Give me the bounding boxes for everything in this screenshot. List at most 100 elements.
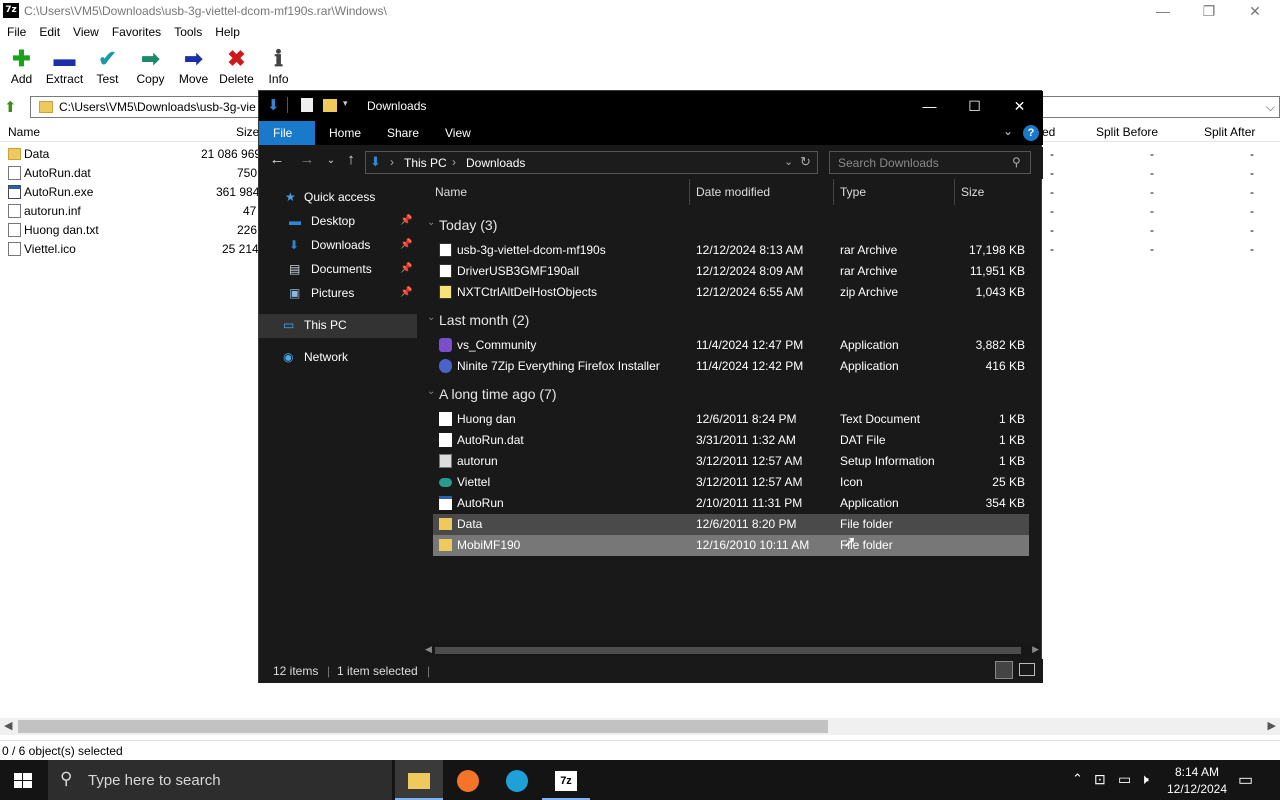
file-explorer-taskbar-icon[interactable] [395, 760, 443, 800]
chevron-down-icon[interactable]: ⌵ [1266, 100, 1275, 115]
forward-arrow-icon[interactable]: → [295, 151, 319, 168]
list-item[interactable]: vs_Community 11/4/2024 12:47 PM Applicatio… [433, 335, 1029, 356]
security-tray-icon[interactable]: ⊡ [1094, 771, 1106, 788]
test-button[interactable]: ✔ Test [86, 46, 129, 90]
list-item[interactable]: AutoRun 2/10/2011 11:31 PM Application 354 … [433, 493, 1029, 514]
list-item[interactable]: autorun 3/12/2011 12:57 AM Setup Informati… [433, 451, 1029, 472]
explorer-maximize-button[interactable]: ☐ [952, 91, 997, 121]
minimize-button[interactable]: ― [1140, 0, 1186, 22]
sidebar-item-desktop[interactable]: ▬ Desktop 📌 [259, 210, 417, 234]
list-item[interactable]: AutoRun.dat 3/31/2011 1:32 AM DAT File 1 KB [433, 430, 1029, 451]
list-item[interactable]: usb-3g-viettel-dcom-mf190s 12/12/2024 8:1… [433, 240, 1029, 261]
list-item[interactable]: Huong dan 12/6/2011 8:24 PM Text Document 1… [433, 409, 1029, 430]
sidebar-item-quick-access[interactable]: ★ Quick access [259, 186, 417, 210]
notifications-icon[interactable]: ▭ [1238, 770, 1253, 790]
folder-icon [439, 539, 452, 551]
col-date-modified[interactable]: Date modified [696, 185, 770, 199]
properties-icon[interactable] [301, 98, 313, 112]
group-header[interactable]: A long time ago (7) [439, 386, 557, 402]
back-arrow-icon[interactable]: ← [265, 151, 289, 168]
scrollbar-thumb[interactable] [18, 720, 828, 733]
new-folder-icon[interactable] [323, 99, 337, 112]
breadcrumb-this-pc[interactable]: This PC [404, 156, 447, 170]
edge-taskbar-icon[interactable] [493, 760, 541, 800]
group-header[interactable]: Today (3) [439, 217, 497, 233]
collapse-group-icon[interactable]: ⌄ [427, 386, 435, 397]
network-tray-icon[interactable]: ▭ [1118, 771, 1131, 788]
list-item[interactable]: NXTCtrlAltDelHostObjects 12/12/2024 6:55 … [433, 282, 1029, 303]
restore-button[interactable]: ❐ [1186, 0, 1232, 22]
scroll-left-icon[interactable]: ◀ [425, 644, 432, 655]
show-hidden-icons-icon[interactable]: ⌃ [1072, 771, 1083, 787]
explorer-close-button[interactable]: ✕ [997, 91, 1042, 121]
list-item[interactable]: Data 12/6/2011 8:20 PM File folder [433, 514, 1029, 535]
col-size[interactable]: Size [961, 185, 984, 199]
sidebar-item-network[interactable]: ◉ Network [259, 346, 417, 370]
sidebar-item-pictures[interactable]: ▣ Pictures 📌 [259, 282, 417, 306]
info-button[interactable]: ℹ Info [257, 46, 300, 90]
col-split-before[interactable]: Split Before [1096, 125, 1158, 139]
menu-edit[interactable]: Edit [32, 24, 66, 39]
windows-start-icon[interactable] [10, 770, 36, 792]
7zip-taskbar-icon[interactable]: 7z [542, 760, 590, 800]
tab-file[interactable]: File [259, 121, 315, 145]
col-truncated[interactable]: ed [1042, 125, 1055, 139]
group-header[interactable]: Last month (2) [439, 312, 529, 328]
firefox-taskbar-icon[interactable] [444, 760, 492, 800]
col-name[interactable]: Name [8, 125, 40, 139]
move-button[interactable]: ➡ Move [172, 46, 215, 90]
address-dropdown-icon[interactable]: ⌄ [784, 155, 793, 168]
sidebar-item-documents[interactable]: ▤ Documents 📌 [259, 258, 417, 282]
col-size[interactable]: Size [236, 125, 259, 139]
explorer-address-bar[interactable]: ⬇ › This PC › Downloads ⌄ ↻ [365, 151, 818, 174]
network-icon: ◉ [283, 350, 294, 364]
large-icons-view-icon[interactable] [1019, 663, 1035, 676]
menu-favorites[interactable]: Favorites [105, 24, 167, 39]
col-name[interactable]: Name [435, 185, 467, 199]
list-item[interactable]: DriverUSB3GMF190all 12/12/2024 8:09 AM rar… [433, 261, 1029, 282]
zip-horizontal-scrollbar[interactable]: ◀ ▶ [0, 718, 1280, 735]
clock-time: 8:14 AM [1174, 765, 1220, 779]
menu-help[interactable]: Help [208, 24, 246, 39]
tab-home[interactable]: Home [315, 121, 375, 145]
col-split-after[interactable]: Split After [1204, 125, 1255, 139]
expand-ribbon-icon[interactable]: ⌄ [1003, 124, 1013, 138]
up-arrow-icon[interactable]: ↑ [339, 151, 363, 168]
menu-file[interactable]: File [0, 24, 32, 39]
tab-share[interactable]: Share [373, 121, 433, 145]
add-button[interactable]: ✚ Add [0, 46, 43, 90]
list-item[interactable]: Ninite 7Zip Everything Firefox Installer… [433, 356, 1029, 377]
col-type[interactable]: Type [840, 185, 866, 199]
collapse-group-icon[interactable]: ⌄ [427, 312, 435, 323]
extract-button[interactable]: ▬ Extract [43, 46, 86, 90]
help-icon[interactable]: ? [1023, 125, 1039, 141]
breadcrumb-downloads[interactable]: Downloads [466, 156, 525, 170]
sidebar-item-downloads[interactable]: ⬇ Downloads 📌 [259, 234, 417, 258]
taskbar-search-box[interactable]: ⚲ Type here to search [48, 760, 392, 800]
list-item[interactable]: MobiMF190 12/16/2010 10:11 AM File folder [433, 535, 1029, 556]
zip-window-title: C:\Users\VM5\Downloads\usb-3g-viettel-dc… [24, 4, 387, 18]
scroll-right-icon[interactable]: ▶ [1032, 644, 1039, 655]
taskbar-clock[interactable]: 8:14 AM 12/12/2024 [1160, 764, 1234, 798]
explorer-minimize-button[interactable]: ― [907, 91, 952, 121]
folder-icon [8, 148, 21, 160]
sidebar-item-this-pc[interactable]: ▭ This PC [259, 314, 417, 338]
copy-button[interactable]: ➡ Copy [129, 46, 172, 90]
quick-access-dropdown-icon[interactable]: ▾ [343, 98, 348, 109]
menu-tools[interactable]: Tools [167, 24, 208, 39]
explorer-horizontal-scrollbar[interactable]: ◀ ▶ [425, 643, 1039, 657]
scroll-left-icon[interactable]: ◀ [4, 719, 12, 732]
menu-view[interactable]: View [66, 24, 105, 39]
close-button[interactable]: ✕ [1232, 0, 1278, 22]
scroll-right-icon[interactable]: ▶ [1268, 719, 1276, 732]
up-folder-icon[interactable]: ⬆ [4, 99, 22, 117]
list-item[interactable]: Viettel 3/12/2011 12:57 AM Icon 25 KB [433, 472, 1029, 493]
details-view-icon[interactable] [995, 661, 1013, 679]
delete-button[interactable]: ✖ Delete [215, 46, 258, 90]
tab-view[interactable]: View [431, 121, 485, 145]
collapse-group-icon[interactable]: ⌄ [427, 217, 435, 228]
refresh-icon[interactable]: ↻ [800, 154, 811, 170]
volume-muted-icon[interactable]: 🕨 [1140, 771, 1149, 788]
scrollbar-thumb[interactable] [435, 647, 1021, 654]
explorer-search-input[interactable]: Search Downloads ⚲ [829, 151, 1031, 174]
